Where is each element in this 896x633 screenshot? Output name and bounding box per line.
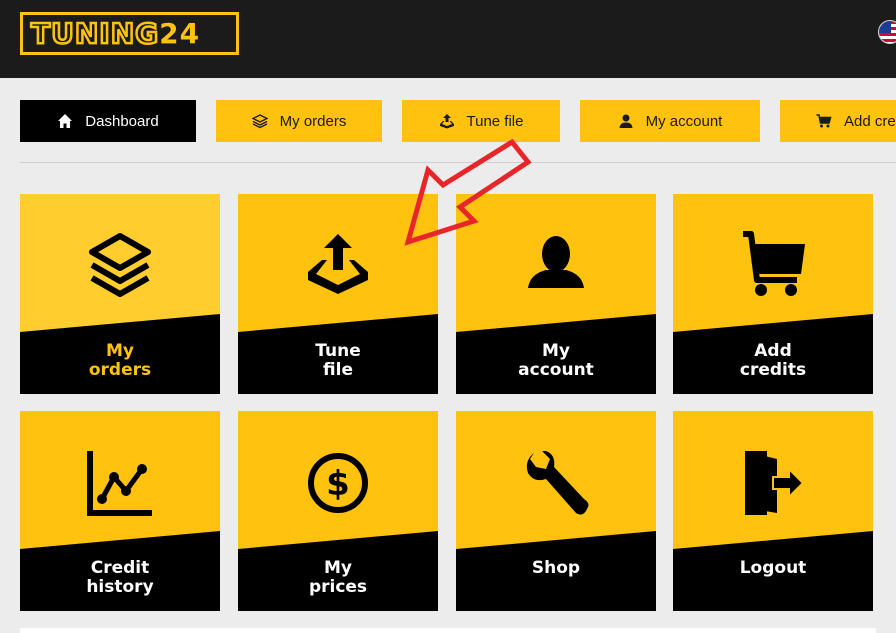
svg-text:$: $ [326, 464, 350, 504]
tile-my-prices-label: My prices [308, 558, 368, 597]
tile-my-orders[interactable]: My orders [20, 194, 220, 394]
nav-add-credits-label: Add cre [844, 112, 896, 130]
tile-shop[interactable]: Shop [456, 411, 656, 611]
nav-divider [20, 162, 896, 163]
tile-shop-label: Shop [531, 558, 581, 578]
tile-tune-file-label: Tune file [315, 341, 361, 380]
tile-credit-history-label: Credit history [86, 558, 154, 597]
cart-icon [816, 114, 832, 128]
dollar-coin-icon: $ [308, 453, 368, 513]
cart-icon [743, 231, 805, 296]
logout-door-icon [745, 451, 805, 515]
tile-my-orders-label: My orders [88, 341, 152, 380]
upload-tray-icon [439, 114, 454, 129]
nav-my-orders-label: My orders [279, 112, 347, 130]
logo-text: TUNING24 [30, 16, 201, 50]
tile-my-account[interactable]: My account [456, 194, 656, 394]
nav-my-account-button[interactable]: My account [580, 100, 760, 142]
home-icon [58, 114, 73, 128]
tile-logout-label: Logout [739, 558, 807, 578]
nav-dashboard-button[interactable]: Dashboard [20, 100, 196, 142]
nav-tune-file-label: Tune file [466, 112, 524, 130]
nav-dashboard-label: Dashboard [85, 112, 159, 130]
us-flag-icon[interactable] [878, 20, 896, 44]
user-icon [619, 114, 633, 128]
layers-icon [89, 233, 151, 297]
top-header: TUNING24 [0, 0, 896, 78]
layers-icon [251, 114, 268, 129]
line-chart-icon [87, 451, 152, 516]
tile-tune-file[interactable]: Tune file [238, 194, 438, 394]
wrench-icon [526, 451, 589, 515]
nav-add-credits-button[interactable]: Add cre [780, 100, 896, 142]
tile-my-account-label: My account [518, 341, 594, 380]
tile-logout[interactable]: Logout [673, 411, 873, 611]
tile-add-credits[interactable]: Add credits [673, 194, 873, 394]
tile-add-credits-label: Add credits [739, 341, 807, 380]
nav-tune-file-button[interactable]: Tune file [402, 100, 560, 142]
tile-credit-history[interactable]: Credit history [20, 411, 220, 611]
tile-my-prices[interactable]: $ My prices [238, 411, 438, 611]
content-panel-edge [20, 628, 876, 633]
tuning24-logo[interactable]: TUNING24 [20, 12, 239, 55]
upload-tray-icon [308, 234, 368, 294]
nav-my-account-label: My account [645, 112, 723, 130]
user-icon [528, 236, 584, 288]
nav-my-orders-button[interactable]: My orders [216, 100, 382, 142]
